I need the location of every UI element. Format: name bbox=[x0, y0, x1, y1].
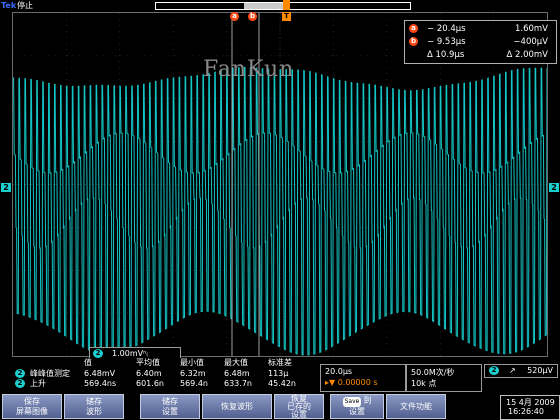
meas-row-2-value: 569.4ns bbox=[84, 379, 117, 388]
button-label: 屏幕图像 bbox=[16, 406, 48, 416]
meas-row-2-max: 633.7n bbox=[224, 379, 252, 388]
cursor-a-time: − 20.4μs bbox=[427, 24, 466, 34]
trigger-level: 520μV bbox=[527, 366, 553, 375]
button-label: 储存 bbox=[86, 396, 102, 406]
status-bar: Tek 停止 bbox=[0, 0, 560, 11]
horizontal-settings[interactable]: 20.0μs ▸▼ 0.00000 s bbox=[320, 364, 406, 392]
channel-2-ground-marker[interactable]: 2 bbox=[1, 183, 11, 192]
recall-saved-setup-button[interactable]: 恢复 已存的 设置 bbox=[274, 394, 324, 419]
horizontal-scale: 20.0μs bbox=[325, 367, 353, 376]
date-time: 15 4月 2009 16:26:40 bbox=[500, 395, 560, 420]
measurement-table[interactable]: 值 平均值 最小值 最大值 标准差 2 峰峰值测定 6.48mV 6.40m 6… bbox=[12, 358, 312, 390]
save-setup-button[interactable]: 储存 设置 bbox=[140, 394, 200, 419]
button-label: 文件功能 bbox=[400, 401, 432, 411]
meas-row-2-mean: 601.6n bbox=[136, 379, 164, 388]
brand-logo: Tek bbox=[1, 1, 17, 10]
meas-row-1-max: 6.48m bbox=[224, 369, 250, 378]
button-label: 波形 bbox=[86, 406, 102, 416]
save-screen-image-button[interactable]: 保存 屏幕图像 bbox=[2, 394, 62, 419]
meas-row-1-stddev: 113μ bbox=[268, 369, 289, 378]
acquisition-settings[interactable]: 50.0M次/秒 10k 点 bbox=[406, 364, 482, 392]
time: 16:26:40 bbox=[508, 407, 544, 416]
meas-header-max: 最大值 bbox=[224, 358, 248, 367]
meas-header-value: 值 bbox=[84, 358, 92, 367]
meas-row-2-channel: 2 bbox=[15, 379, 25, 388]
cursor-a-row: a − 20.4μs 1.60mV bbox=[405, 23, 556, 36]
button-label: 保存 bbox=[24, 396, 40, 406]
recall-waveform-button[interactable]: 恢复波形 bbox=[202, 394, 272, 419]
file-utilities-button[interactable]: 文件功能 bbox=[386, 394, 446, 419]
cursor-b-time: − 9.53μs bbox=[427, 37, 466, 47]
save-key-icon: Save bbox=[342, 397, 362, 407]
button-label: 设置 bbox=[291, 409, 307, 419]
cursor-readout: a − 20.4μs 1.60mV b − 9.53μs −400μV Δ 10… bbox=[404, 20, 557, 64]
meas-row-1-name: 峰峰值测定 bbox=[30, 369, 70, 378]
watermark: FanKun bbox=[203, 57, 295, 82]
trigger-source-badge: 2 bbox=[489, 366, 499, 375]
cursor-a-badge: a bbox=[409, 24, 418, 33]
button-label: 储存 bbox=[162, 396, 178, 406]
meas-header-min: 最小值 bbox=[180, 358, 204, 367]
trigger-marker[interactable]: T bbox=[282, 12, 291, 21]
meas-row-2-min: 569.4n bbox=[180, 379, 208, 388]
record-view-window[interactable] bbox=[244, 3, 284, 9]
trigger-position: ▸▼ 0.00000 s bbox=[325, 378, 378, 387]
sample-rate: 50.0M次/秒 bbox=[411, 368, 455, 377]
assign-save-row: Save 到 bbox=[342, 396, 372, 407]
cursor-a-value: 1.60mV bbox=[514, 24, 548, 34]
button-label: 恢复波形 bbox=[221, 401, 253, 411]
cursor-delta-row: Δ 10.9μs Δ 2.00mV bbox=[405, 49, 556, 62]
meas-row-1-mean: 6.40m bbox=[136, 369, 162, 378]
meas-row-1-min: 6.32m bbox=[180, 369, 206, 378]
meas-row-1-channel: 2 bbox=[15, 369, 25, 378]
cursor-a-marker[interactable]: a bbox=[230, 12, 239, 21]
cursor-delta-time: Δ 10.9μs bbox=[427, 50, 465, 60]
meas-header-stddev: 标准差 bbox=[268, 358, 292, 367]
meas-row-2-stddev: 45.42n bbox=[268, 379, 296, 388]
channel-2-waveform bbox=[13, 66, 547, 356]
trigger-settings[interactable]: 2 ↗ 520μV bbox=[484, 364, 558, 378]
cursor-b-value: −400μV bbox=[513, 37, 548, 47]
meas-row-2-name: 上升 bbox=[30, 379, 46, 388]
assign-save-button[interactable]: Save 到 设置 bbox=[330, 394, 384, 419]
run-state: 停止 bbox=[17, 1, 33, 10]
button-label: 设置 bbox=[162, 406, 178, 416]
save-waveform-button[interactable]: 储存 波形 bbox=[64, 394, 124, 419]
trigger-level-marker[interactable]: 2 bbox=[549, 183, 559, 192]
cursor-delta-value: Δ 2.00mV bbox=[506, 50, 548, 60]
cursor-b-badge: b bbox=[409, 37, 418, 46]
trigger-position-icon[interactable] bbox=[283, 0, 290, 10]
cursor-b-marker[interactable]: b bbox=[248, 12, 257, 21]
meas-header-mean: 平均值 bbox=[136, 358, 160, 367]
button-label: 到 bbox=[363, 396, 372, 405]
button-label: 设置 bbox=[349, 407, 365, 416]
meas-row-1-value: 6.48mV bbox=[84, 369, 116, 378]
channel-2-badge: 2 bbox=[93, 349, 103, 358]
cursor-b-row: b − 9.53μs −400μV bbox=[405, 36, 556, 49]
record-length: 10k 点 bbox=[411, 379, 437, 388]
trigger-slope-icon: ↗ bbox=[509, 366, 516, 375]
